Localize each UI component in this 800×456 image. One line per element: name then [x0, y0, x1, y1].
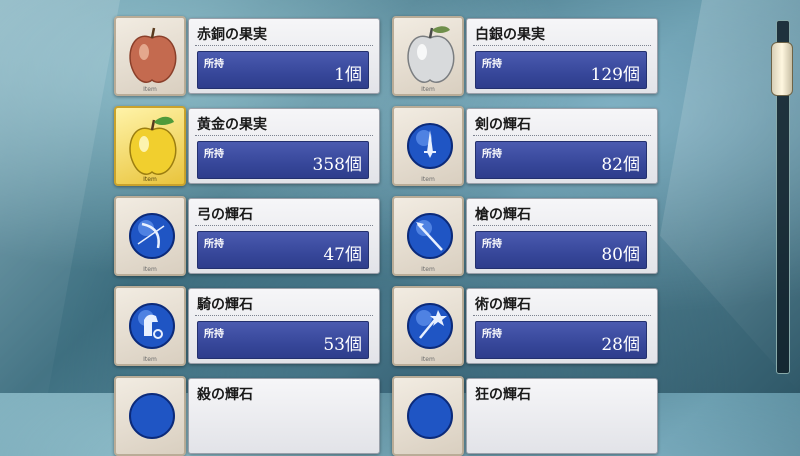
item-thumb: Item [114, 196, 186, 276]
item-tag: Item [143, 266, 157, 273]
item-name: 狂の輝石 [475, 387, 531, 403]
item-card-assassin-gem[interactable]: 殺の輝石 [114, 376, 380, 456]
item-thumb: Item [392, 16, 464, 96]
owned-label: 所持 [204, 59, 224, 70]
item-panel: 赤銅の果実 所持 1個 [188, 18, 380, 94]
item-name: 殺の輝石 [197, 387, 253, 403]
owned-label: 所持 [204, 149, 224, 160]
item-count: 1個 [334, 65, 362, 85]
item-card-rider-gem[interactable]: Item 騎の輝石 所持 53個 [114, 286, 380, 366]
item-name: 赤銅の果実 [197, 27, 267, 43]
archer-gem-icon [129, 213, 175, 259]
item-name: 黄金の果実 [197, 117, 267, 133]
item-thumb: Item [114, 286, 186, 366]
count-box: 所持 53個 [197, 321, 369, 359]
divider [473, 225, 651, 226]
lancer-gem-icon [407, 213, 453, 259]
item-panel: 白銀の果実 所持 129個 [466, 18, 658, 94]
item-count: 28個 [601, 335, 640, 355]
berserker-gem-icon [407, 393, 453, 439]
item-panel: 殺の輝石 [188, 378, 380, 454]
item-card-caster-gem[interactable]: Item 術の輝石 所持 28個 [392, 286, 658, 366]
item-card-silver-apple[interactable]: Item 白銀の果実 所持 129個 [392, 16, 658, 96]
divider [473, 315, 651, 316]
item-count: 82個 [601, 155, 640, 175]
item-card-berserker-gem[interactable]: 狂の輝石 [392, 376, 658, 456]
item-count: 358個 [312, 155, 362, 175]
item-thumb [392, 376, 464, 456]
count-box: 所持 129個 [475, 51, 647, 89]
item-thumb: Item [392, 286, 464, 366]
saber-gem-icon [407, 123, 453, 169]
gold-apple-icon [129, 116, 177, 175]
rider-gem-icon [129, 303, 175, 349]
item-tag: Item [143, 356, 157, 363]
item-tag: Item [421, 86, 435, 93]
item-panel: 狂の輝石 [466, 378, 658, 454]
item-panel: 黄金の果実 所持 358個 [188, 108, 380, 184]
owned-label: 所持 [204, 329, 224, 340]
item-tag: Item [421, 176, 435, 183]
owned-label: 所持 [482, 59, 502, 70]
count-box: 所持 28個 [475, 321, 647, 359]
item-thumb: Item [114, 16, 186, 96]
item-thumb: Item [392, 196, 464, 276]
item-panel: 槍の輝石 所持 80個 [466, 198, 658, 274]
item-card-lancer-gem[interactable]: Item 槍の輝石 所持 80個 [392, 196, 658, 276]
item-thumb [114, 376, 186, 456]
divider [195, 225, 373, 226]
item-panel: 術の輝石 所持 28個 [466, 288, 658, 364]
caster-gem-icon [407, 303, 453, 349]
item-thumb: Item [392, 106, 464, 186]
item-card-bronze-apple[interactable]: Item 赤銅の果実 所持 1個 [114, 16, 380, 96]
owned-label: 所持 [482, 329, 502, 340]
item-name: 弓の輝石 [197, 207, 253, 223]
owned-label: 所持 [482, 149, 502, 160]
item-card-archer-gem[interactable]: Item 弓の輝石 所持 47個 [114, 196, 380, 276]
count-box: 所持 82個 [475, 141, 647, 179]
count-box: 所持 358個 [197, 141, 369, 179]
scrollbar-thumb[interactable] [771, 42, 793, 96]
count-box: 所持 1個 [197, 51, 369, 89]
item-count: 129個 [590, 65, 640, 85]
owned-label: 所持 [204, 239, 224, 250]
divider [195, 315, 373, 316]
item-tag: Item [143, 86, 157, 93]
item-name: 白銀の果実 [475, 27, 545, 43]
divider [195, 135, 373, 136]
count-box: 所持 47個 [197, 231, 369, 269]
count-box: 所持 80個 [475, 231, 647, 269]
divider [473, 45, 651, 46]
item-card-gold-apple[interactable]: Item 黄金の果実 所持 358個 [114, 106, 380, 186]
item-name: 騎の輝石 [197, 297, 253, 313]
item-count: 53個 [323, 335, 362, 355]
item-tag: Item [143, 176, 157, 183]
item-thumb: Item [114, 106, 186, 186]
divider [195, 45, 373, 46]
item-grid: Item 赤銅の果実 所持 1個 Item 白銀の果実 所持 129個 Item… [0, 0, 800, 456]
bronze-apple-icon [129, 27, 177, 83]
item-card-saber-gem[interactable]: Item 剣の輝石 所持 82個 [392, 106, 658, 186]
item-name: 剣の輝石 [475, 117, 531, 133]
item-name: 術の輝石 [475, 297, 531, 313]
silver-apple-icon [407, 26, 455, 83]
owned-label: 所持 [482, 239, 502, 250]
assassin-gem-icon [129, 393, 175, 439]
divider [473, 135, 651, 136]
item-panel: 剣の輝石 所持 82個 [466, 108, 658, 184]
item-tag: Item [421, 356, 435, 363]
item-name: 槍の輝石 [475, 207, 531, 223]
item-count: 47個 [323, 245, 362, 265]
item-panel: 弓の輝石 所持 47個 [188, 198, 380, 274]
item-tag: Item [421, 266, 435, 273]
item-panel: 騎の輝石 所持 53個 [188, 288, 380, 364]
item-count: 80個 [601, 245, 640, 265]
